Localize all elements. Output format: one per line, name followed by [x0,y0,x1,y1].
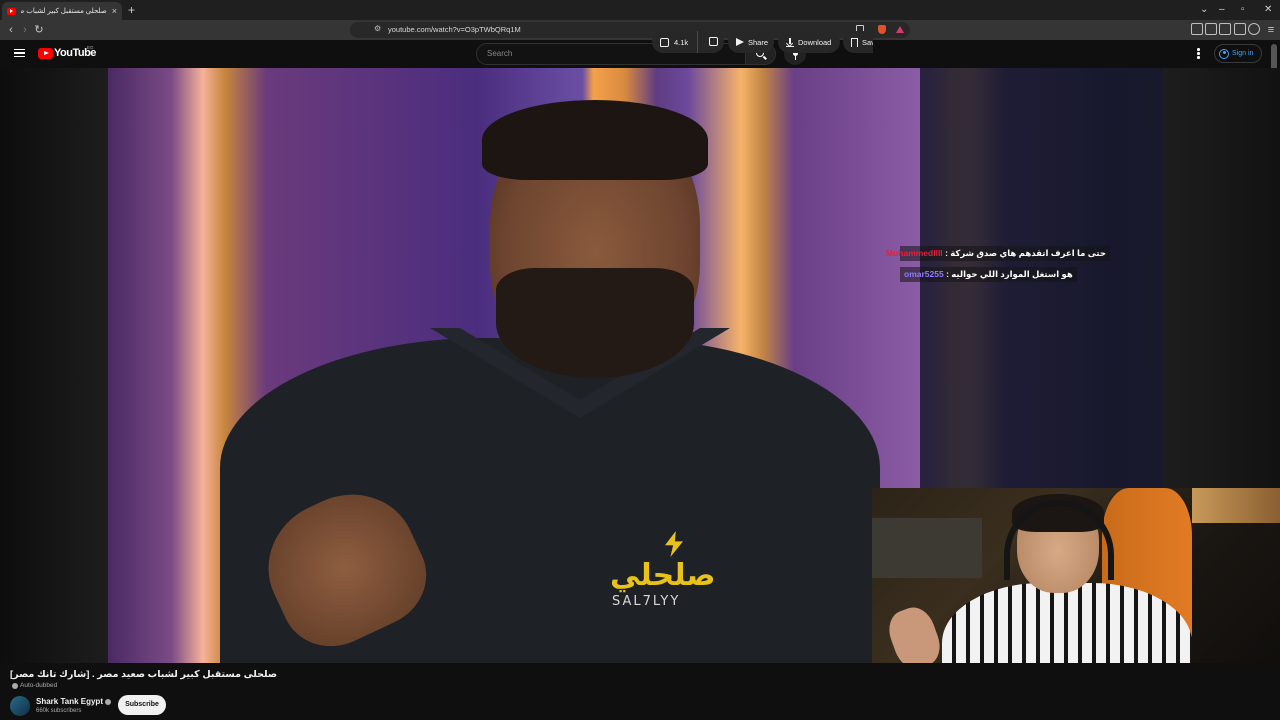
chat-message-text: حتى ما اعرف اتقدهم هاي صدق شركة : [945,248,1106,258]
download-button[interactable]: Download [778,31,840,53]
verified-icon [104,698,111,705]
like-button[interactable]: 4.1k [652,31,698,53]
chat-message: هو استغل الموارد اللي حواليه : omar5255 [900,267,1077,282]
video-info: صلحلى مستقبل كبير لشباب صعيد مصر . [شارك… [0,663,1280,720]
download-icon [786,37,794,47]
close-window-button[interactable]: ✕ [1264,3,1272,17]
menu-icon[interactable]: ≡ [1264,23,1278,37]
streamer-webcam [872,488,1280,663]
speaker-beard [496,268,694,378]
browser-toolbar: ‹ › ↻ ⌑ ⚙ youtube.com/watch?v=O3pTWbQRq1… [0,20,1280,40]
youtube-logo-icon[interactable] [38,48,53,59]
sidebar-icon[interactable] [1205,23,1217,35]
like-count: 4.1k [674,37,689,47]
sign-in-label: Sign in [1232,50,1254,57]
share-icon [736,38,744,46]
chat-message-text: هو استغل الموارد اللي حواليه : [946,269,1073,279]
channel-avatar[interactable] [10,696,30,716]
chat-username: Mohammedllll [886,248,943,258]
maximize-button[interactable]: ▫ [1241,3,1245,17]
extensions-icon[interactable] [1234,23,1246,35]
thumbs-down-icon [708,37,718,46]
webcam-wall-art [1192,488,1280,523]
tab-close-icon[interactable]: × [112,6,117,16]
minimize-button[interactable]: – [1219,3,1225,17]
site-info-icon[interactable]: ⚙ [374,24,381,33]
browser-tab-bar: صلحلى مستقبل كبير لشباب صعي × + ⌄ – ▫ ✕ [0,0,1280,20]
speaker-hair [482,100,708,180]
country-code: EG [87,45,94,50]
stream-chat-overlay: حتى ما اعرف اتقدهم هاي صدق شركة : Mohamm… [886,246,1110,285]
share-label: Share [748,37,769,47]
browser-tab[interactable]: صلحلى مستقبل كبير لشباب صعي × [2,2,122,20]
rewards-icon[interactable] [896,26,904,33]
url-text: youtube.com/watch?v=O3pTWbQRq1M [388,25,521,34]
auto-dubbed-label: Auto-dubbed [12,682,57,689]
sign-in-button[interactable]: Sign in [1214,44,1262,63]
chat-message: حتى ما اعرف اتقدهم هاي صدق شركة : Mohamm… [886,246,1110,261]
thumbs-up-icon [660,37,669,47]
download-label: Download [798,37,832,47]
share-button[interactable]: Share [728,31,774,53]
bookmark-save-icon [851,37,858,47]
media-icon[interactable] [1191,23,1203,35]
vpn-icon[interactable] [1248,23,1260,35]
brave-shield-icon[interactable] [878,25,886,34]
webcam-shelf [872,518,982,578]
back-button[interactable]: ‹ [4,23,18,37]
video-left-bar [0,68,108,663]
search-placeholder: Search [487,49,513,58]
save-button[interactable]: Save [843,31,873,53]
settings-more-icon[interactable] [1197,48,1201,60]
tab-list-chevron-icon[interactable]: ⌄ [1200,3,1208,17]
shirt-logo: صلحلي [610,558,716,593]
hamburger-menu-icon[interactable] [14,49,25,57]
dubbed-icon [12,682,18,689]
video-player[interactable]: صلحلي SAL7LYY حتى ما اعرف اتقدهم هاي صدق… [0,68,1280,663]
like-dislike-group: 4.1k [652,31,724,53]
chat-username: omar5255 [904,269,944,279]
new-tab-button[interactable]: + [128,3,135,17]
auto-dubbed-text: Auto-dubbed [20,682,58,689]
subscribe-button[interactable]: Subscribe [118,695,166,715]
channel-name-text[interactable]: Shark Tank Egypt [36,697,103,706]
save-label: Save [862,37,873,47]
video-right-bar [1163,68,1280,488]
account-icon [1219,48,1229,59]
youtube-favicon-icon [7,7,16,15]
tab-title: صلحلى مستقبل كبير لشباب صعي [21,8,107,15]
reload-button[interactable]: ↻ [32,23,46,37]
shirt-logo-sub: SAL7LYY [612,594,681,609]
video-title: صلحلى مستقبل كبير لشباب صعيد مصر . [شارك… [10,669,277,680]
forward-button[interactable]: › [18,23,32,37]
channel-name[interactable]: Shark Tank Egypt [36,697,111,706]
wallet-icon[interactable] [1219,23,1231,35]
webcam-streamer-hand [883,602,946,663]
subscriber-count: 660k subscribers [36,708,82,714]
dislike-button[interactable] [702,31,724,53]
